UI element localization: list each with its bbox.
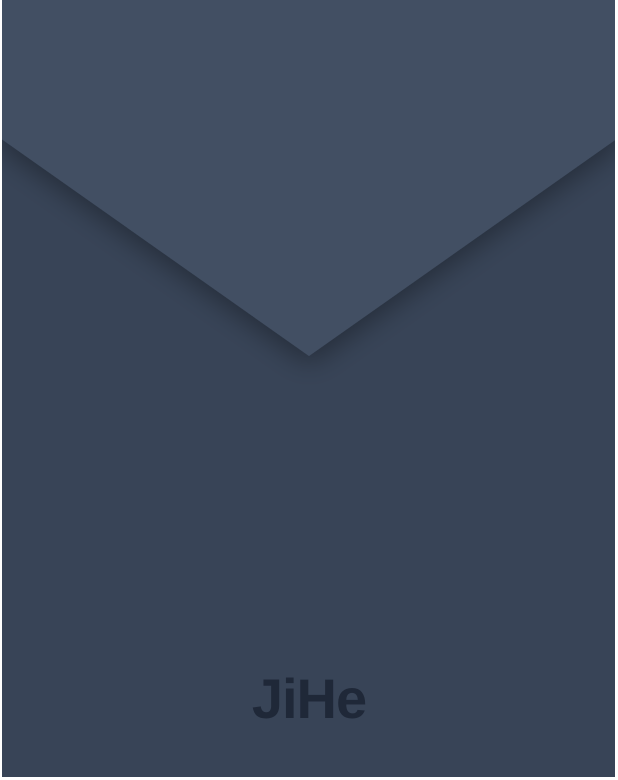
envelope-card: JiHe	[0, 0, 618, 780]
frame-edge-left	[0, 0, 2, 780]
flap-triangle	[0, 0, 618, 356]
brand-logo: JiHe	[251, 667, 367, 730]
envelope-flap	[0, 0, 618, 356]
